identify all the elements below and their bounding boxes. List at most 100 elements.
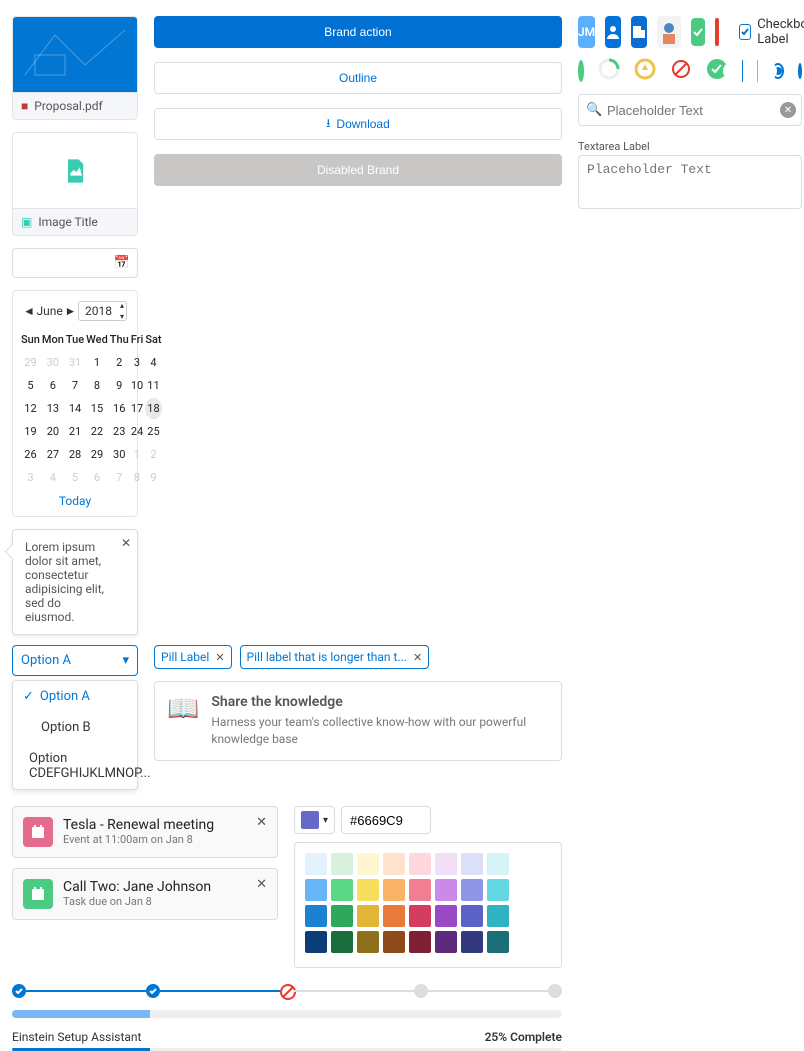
cal-day-muted[interactable]: 29 [21,352,40,373]
swatch[interactable] [305,879,327,901]
cal-day[interactable]: 11 [145,375,161,396]
swatch[interactable] [409,931,431,953]
swatch[interactable] [409,879,431,901]
file-card-image[interactable]: ▣ Image Title [12,132,138,236]
swatch[interactable] [305,853,327,875]
cal-day[interactable]: 26 [21,444,40,465]
cal-day[interactable]: 10 [131,375,144,396]
cal-day-muted[interactable]: 9 [145,467,161,488]
cal-day-muted[interactable]: 30 [42,352,64,373]
radio-unselected[interactable] [798,63,802,79]
cal-day[interactable]: 9 [110,375,129,396]
combobox-option[interactable]: Option CDEFGHIJKLMNOP... [13,743,137,789]
popover-close[interactable]: ✕ [121,536,131,550]
swatch[interactable] [435,931,457,953]
toggle-on[interactable] [742,60,743,82]
cal-day[interactable]: 4 [145,352,161,373]
color-swatch-button[interactable]: ▾ [294,806,335,834]
download-button[interactable]: ⭳ Download [154,108,562,140]
cal-day-muted[interactable]: 5 [66,467,84,488]
pill-a[interactable]: Pill Label ✕ [154,645,232,669]
cal-day[interactable]: 25 [145,421,161,442]
cal-day[interactable]: 27 [42,444,64,465]
calendar-icon[interactable]: 📅 [114,256,130,271]
search-input[interactable] [578,94,802,126]
cal-day-muted[interactable]: 8 [131,467,144,488]
file-card-proposal[interactable]: ■ Proposal.pdf [12,16,138,120]
event-card[interactable]: Call Two: Jane Johnson Task due on Jan 8… [12,868,278,920]
swatch[interactable] [461,905,483,927]
swatch[interactable] [435,879,457,901]
cal-day[interactable]: 8 [86,375,108,396]
pill-a-remove[interactable]: ✕ [215,651,224,664]
cal-day[interactable]: 29 [86,444,108,465]
swatch[interactable] [435,853,457,875]
cal-day[interactable]: 23 [110,421,129,442]
brand-action-button[interactable]: Brand action [154,16,562,48]
cal-day[interactable]: 2 [110,352,129,373]
clear-search-icon[interactable]: ✕ [780,102,796,118]
cal-day[interactable]: 18 [145,398,161,419]
swatch[interactable] [357,879,379,901]
cal-day[interactable]: 30 [110,444,129,465]
calendar-next[interactable]: ► [64,304,76,318]
swatch[interactable] [409,905,431,927]
swatch[interactable] [383,853,405,875]
cal-day[interactable]: 16 [110,398,129,419]
swatch[interactable] [409,853,431,875]
swatch[interactable] [305,931,327,953]
combobox-option[interactable]: ✓Option A [13,681,137,712]
swatch[interactable] [487,879,509,901]
cal-day[interactable]: 7 [66,375,84,396]
swatch[interactable] [461,853,483,875]
swatch[interactable] [331,905,353,927]
cal-day[interactable]: 6 [42,375,64,396]
cal-day-muted[interactable]: 6 [86,467,108,488]
swatch[interactable] [331,879,353,901]
swatch[interactable] [383,905,405,927]
cal-day[interactable]: 22 [86,421,108,442]
cal-day[interactable]: 24 [131,421,144,442]
swatch[interactable] [461,879,483,901]
cal-day[interactable]: 21 [66,421,84,442]
swatch[interactable] [383,931,405,953]
calendar-today-link[interactable]: Today [21,488,129,508]
cal-day[interactable]: 17 [131,398,144,419]
outline-button[interactable]: Outline [154,62,562,94]
swatch[interactable] [461,931,483,953]
pill-b[interactable]: Pill label that is longer than t... ✕ [240,645,430,669]
swatch[interactable] [487,853,509,875]
toggle-off[interactable] [757,60,758,82]
combobox[interactable]: Option A ▾ [12,645,138,676]
cal-day-muted[interactable]: 3 [21,467,40,488]
cal-day[interactable]: 15 [86,398,108,419]
cal-day[interactable]: 3 [131,352,144,373]
checkbox[interactable] [739,24,751,40]
event-close[interactable]: ✕ [256,877,267,892]
swatch[interactable] [357,853,379,875]
swatch[interactable] [487,905,509,927]
cal-day[interactable]: 28 [66,444,84,465]
swatch[interactable] [357,905,379,927]
pill-b-remove[interactable]: ✕ [413,651,422,664]
swatch[interactable] [331,853,353,875]
swatch[interactable] [305,905,327,927]
swatch[interactable] [487,931,509,953]
cal-day[interactable]: 13 [42,398,64,419]
hex-input[interactable] [341,806,431,834]
combobox-option[interactable]: Option B [13,712,137,743]
textarea-input[interactable] [578,155,802,209]
cal-day-muted[interactable]: 4 [42,467,64,488]
swatch[interactable] [331,931,353,953]
event-close[interactable]: ✕ [256,815,267,830]
calendar-prev[interactable]: ◄ [23,304,35,318]
cal-day[interactable]: 20 [42,421,64,442]
cal-day[interactable]: 14 [66,398,84,419]
swatch[interactable] [357,931,379,953]
swatch[interactable] [435,905,457,927]
cal-day-muted[interactable]: 2 [145,444,161,465]
cal-day[interactable]: 1 [86,352,108,373]
cal-day[interactable]: 12 [21,398,40,419]
calendar-year-select[interactable]: 2018 ▴ ▾ [78,301,127,321]
swatch[interactable] [383,879,405,901]
